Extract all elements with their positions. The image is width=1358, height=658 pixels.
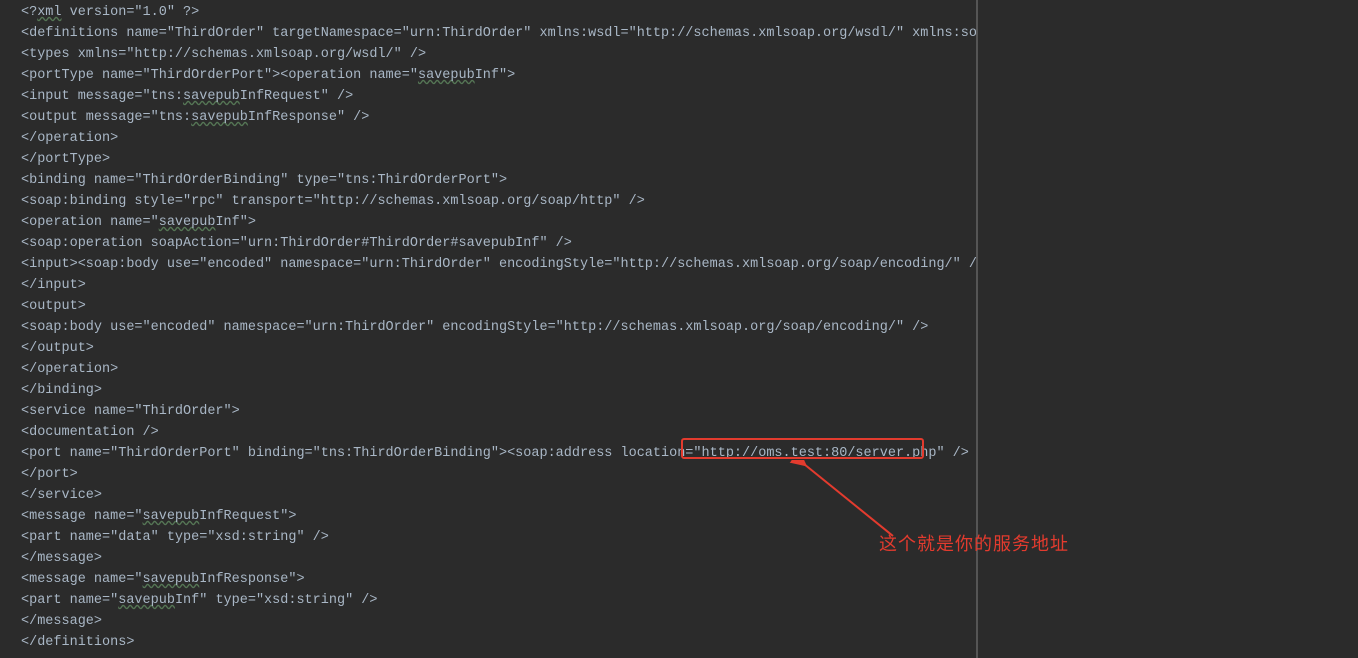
side-panel: [978, 0, 1358, 658]
code-line[interactable]: <binding name="ThirdOrderBinding" type="…: [21, 170, 978, 191]
code-text: Inf">: [215, 215, 256, 230]
code-text: version="1.0" ?>: [62, 5, 200, 20]
code-line[interactable]: <input message="tns:savepubInfRequest" /…: [21, 86, 978, 107]
code-text: <portType name="ThirdOrderPort"><operati…: [21, 68, 418, 83]
code-text: </portType>: [21, 152, 110, 167]
code-text: <message name=": [21, 572, 143, 587]
code-text: <input message="tns:: [21, 89, 183, 104]
code-line[interactable]: <types xmlns="http://schemas.xmlsoap.org…: [21, 44, 978, 65]
spellcheck-token: savepub: [418, 68, 475, 83]
code-line[interactable]: <portType name="ThirdOrderPort"><operati…: [21, 65, 978, 86]
code-text: </message>: [21, 614, 102, 629]
code-line[interactable]: </message>: [21, 548, 978, 569]
spellcheck-token: savepub: [118, 593, 175, 608]
code-line[interactable]: <input><soap:body use="encoded" namespac…: [21, 254, 978, 275]
code-line[interactable]: </binding>: [21, 380, 978, 401]
code-line[interactable]: </operation>: [21, 128, 978, 149]
panel-divider: [976, 0, 978, 658]
code-line[interactable]: </service>: [21, 485, 978, 506]
code-text: </output>: [21, 341, 94, 356]
code-text: </port>: [21, 467, 78, 482]
code-text: </definitions>: [21, 635, 134, 650]
code-line[interactable]: <soap:operation soapAction="urn:ThirdOrd…: [21, 233, 978, 254]
code-text: <types xmlns="http://schemas.xmlsoap.org…: [21, 47, 426, 62]
code-line[interactable]: <port name="ThirdOrderPort" binding="tns…: [21, 443, 978, 464]
code-line[interactable]: </input>: [21, 275, 978, 296]
code-text: </operation>: [21, 131, 118, 146]
code-text: Inf" type="xsd:string" />: [175, 593, 378, 608]
spellcheck-token: savepub: [191, 110, 248, 125]
code-text: <output message="tns:: [21, 110, 191, 125]
code-text: <part name="data" type="xsd:string" />: [21, 530, 329, 545]
code-text: InfResponse">: [199, 572, 304, 587]
code-line[interactable]: <soap:body use="encoded" namespace="urn:…: [21, 317, 978, 338]
code-line[interactable]: <?xml version="1.0" ?>: [21, 2, 978, 23]
code-line[interactable]: <output message="tns:savepubInfResponse"…: [21, 107, 978, 128]
spellcheck-token: xml: [37, 5, 61, 20]
code-text: InfRequest">: [199, 509, 296, 524]
code-text: </input>: [21, 278, 86, 293]
code-line[interactable]: <output>: [21, 296, 978, 317]
code-line[interactable]: <message name="savepubInfRequest">: [21, 506, 978, 527]
code-text: <soap:binding style="rpc" transport="htt…: [21, 194, 645, 209]
code-text: </message>: [21, 551, 102, 566]
code-text: <output>: [21, 299, 86, 314]
code-line[interactable]: </port>: [21, 464, 978, 485]
code-line[interactable]: </operation>: [21, 359, 978, 380]
code-line[interactable]: <service name="ThirdOrder">: [21, 401, 978, 422]
code-text: </binding>: [21, 383, 102, 398]
code-line[interactable]: <part name="data" type="xsd:string" />: [21, 527, 978, 548]
code-text: </operation>: [21, 362, 118, 377]
spellcheck-token: savepub: [143, 572, 200, 587]
code-text: <soap:operation soapAction="urn:ThirdOrd…: [21, 236, 572, 251]
code-line[interactable]: <part name="savepubInf" type="xsd:string…: [21, 590, 978, 611]
code-line[interactable]: <message name="savepubInfResponse">: [21, 569, 978, 590]
editor-frame: <?xml version="1.0" ?> <definitions name=…: [0, 0, 1358, 658]
code-line[interactable]: </portType>: [21, 149, 978, 170]
spellcheck-token: savepub: [183, 89, 240, 104]
code-text: InfRequest" />: [240, 89, 353, 104]
code-text: <port name="ThirdOrderPort" binding="tns…: [21, 446, 969, 461]
code-line[interactable]: </output>: [21, 338, 978, 359]
code-line[interactable]: </message>: [21, 611, 978, 632]
code-text: <binding name="ThirdOrderBinding" type="…: [21, 173, 507, 188]
code-line[interactable]: <documentation />: [21, 422, 978, 443]
code-text: <input><soap:body use="encoded" namespac…: [21, 257, 978, 272]
code-line[interactable]: </definitions>: [21, 632, 978, 653]
code-editor[interactable]: <?xml version="1.0" ?> <definitions name=…: [0, 0, 978, 658]
code-text: Inf">: [475, 68, 516, 83]
code-text: <soap:body use="encoded" namespace="urn:…: [21, 320, 928, 335]
code-text: <definitions name="ThirdOrder" targetNam…: [21, 26, 978, 41]
code-text: <operation name=": [21, 215, 159, 230]
spellcheck-token: savepub: [159, 215, 216, 230]
code-text: <?: [21, 5, 37, 20]
code-line[interactable]: <definitions name="ThirdOrder" targetNam…: [21, 23, 978, 44]
code-text: <message name=": [21, 509, 143, 524]
code-text: <part name=": [21, 593, 118, 608]
code-text: InfResponse" />: [248, 110, 370, 125]
code-line[interactable]: <soap:binding style="rpc" transport="htt…: [21, 191, 978, 212]
code-text: <documentation />: [21, 425, 159, 440]
spellcheck-token: savepub: [143, 509, 200, 524]
code-text: </service>: [21, 488, 102, 503]
code-line[interactable]: <operation name="savepubInf">: [21, 212, 978, 233]
code-text: <service name="ThirdOrder">: [21, 404, 240, 419]
